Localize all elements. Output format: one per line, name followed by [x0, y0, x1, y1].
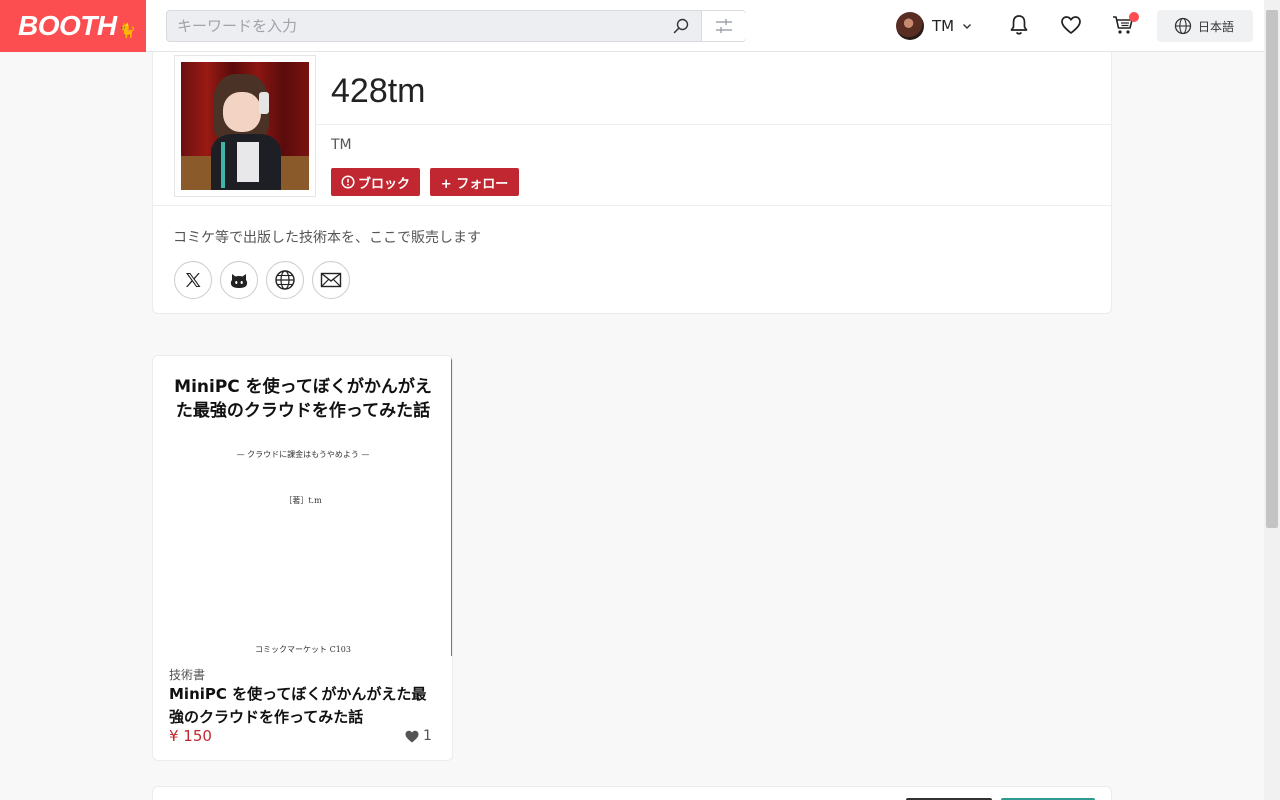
- like-button[interactable]: 1: [405, 728, 432, 744]
- user-menu[interactable]: TM: [896, 12, 972, 40]
- shop-description: コミケ等で出版した技術本を、ここで販売します: [173, 230, 481, 246]
- x-link[interactable]: [174, 261, 212, 299]
- globe-icon: [275, 270, 295, 290]
- avatar: [896, 12, 924, 40]
- mail-icon: [320, 272, 342, 288]
- shop-profile-card: 428tm TM ブロック + フォロー コミケ等で出版した技術本を、ここで販売…: [152, 52, 1112, 314]
- product-category[interactable]: 技術書: [169, 666, 205, 683]
- header: BOOTH🐈 TM: [0, 0, 1264, 52]
- filter-button[interactable]: [701, 11, 746, 41]
- language-label: 日本語: [1198, 19, 1235, 34]
- block-button[interactable]: ブロック: [331, 168, 420, 196]
- github-icon: [230, 274, 248, 288]
- shop-display-name: TM: [331, 137, 352, 153]
- like-count: 1: [423, 728, 432, 744]
- cover-title: MiniPC を使ってぼくがかんがえた最強のクラウドを作ってみた話: [174, 377, 432, 421]
- search-icon[interactable]: [673, 18, 689, 34]
- search-bar: [166, 10, 746, 42]
- cat-icon: 🐈: [118, 21, 136, 38]
- follow-label: + フォロー: [440, 176, 509, 192]
- next-section-card: [152, 786, 1112, 800]
- follow-button[interactable]: + フォロー: [430, 168, 519, 196]
- chevron-down-icon: [963, 24, 972, 29]
- bell-icon[interactable]: [1007, 13, 1031, 37]
- product-cover-image[interactable]: MiniPC を使ってぼくがかんがえた最強のクラウドを作ってみた話 — クラウド…: [153, 356, 452, 656]
- product-price: ¥ 150: [169, 727, 212, 745]
- cover-event: コミックマーケット C103: [255, 645, 351, 654]
- language-selector[interactable]: 日本語: [1157, 10, 1253, 42]
- x-icon: [186, 273, 201, 287]
- cover-subtitle: — クラウドに課金はもうやめよう —: [236, 450, 370, 459]
- cart-badge: [1129, 12, 1139, 22]
- shop-avatar-image: [181, 62, 309, 190]
- shop-avatar-frame: [174, 55, 316, 197]
- search-input[interactable]: [167, 11, 697, 41]
- heart-icon: [405, 730, 419, 742]
- website-link[interactable]: [266, 261, 304, 299]
- heart-icon[interactable]: [1059, 13, 1083, 37]
- scrollbar-thumb[interactable]: [1266, 10, 1278, 528]
- globe-icon: [1174, 17, 1192, 35]
- user-name: TM: [932, 17, 955, 35]
- scrollbar[interactable]: [1264, 0, 1280, 800]
- product-title[interactable]: MiniPC を使ってぼくがかんがえた最強のクラウドを作ってみた話: [169, 683, 441, 729]
- divider: [153, 205, 1112, 206]
- shop-name: 428tm: [331, 72, 426, 110]
- logo-text: BOOTH: [18, 10, 117, 41]
- cover-author: ［著］t.m: [284, 496, 322, 505]
- mail-link[interactable]: [312, 261, 350, 299]
- product-card[interactable]: MiniPC を使ってぼくがかんがえた最強のクラウドを作ってみた話 — クラウド…: [152, 355, 453, 761]
- booth-logo[interactable]: BOOTH 🐈: [0, 0, 146, 52]
- alert-circle-icon: [341, 175, 355, 189]
- github-link[interactable]: [220, 261, 258, 299]
- block-label: ブロック: [357, 176, 410, 192]
- divider: [315, 124, 1112, 125]
- sliders-icon: [716, 19, 732, 33]
